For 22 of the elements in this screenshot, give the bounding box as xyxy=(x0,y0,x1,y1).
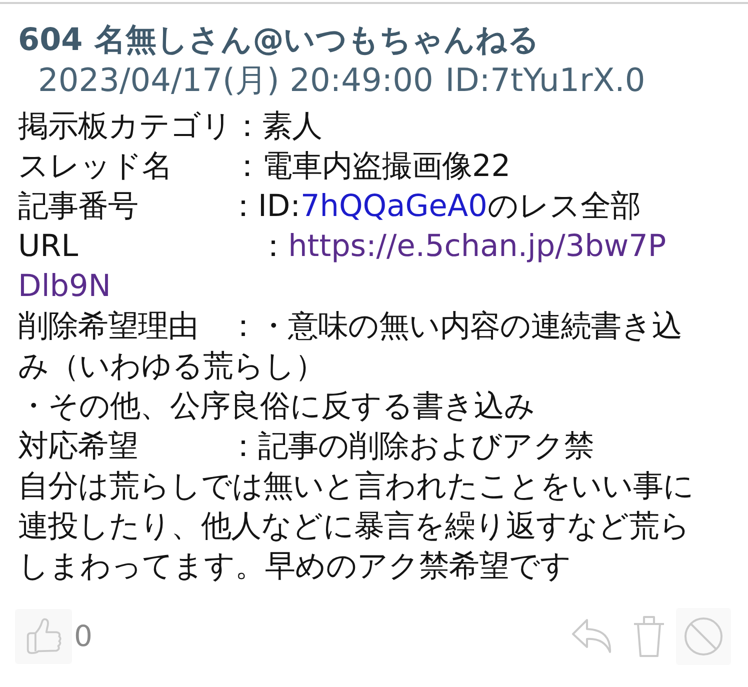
post-date: 2023/04/17(月) 20:49:00 xyxy=(38,61,434,99)
post-text: 削除希望理由 ：・意味の無い内容の連続書き込み（いわゆる荒らし） xyxy=(18,308,683,386)
link[interactable]: https://e.5chan.jp/3bw7P xyxy=(288,229,666,264)
like-count: 0 xyxy=(74,619,92,653)
post-text: スレッド名 ：電車内盗撮画像22 xyxy=(18,148,511,186)
reply-arrow-icon[interactable] xyxy=(571,618,612,654)
post-text: ・その他、公序良俗に反する書き込み xyxy=(18,388,535,426)
trash-icon[interactable] xyxy=(633,614,665,658)
block-button[interactable] xyxy=(676,608,731,664)
post-text: 対応希望 ：記事の削除およびアク禁 xyxy=(18,428,594,466)
post-number: 604 xyxy=(18,22,83,58)
like-button[interactable] xyxy=(15,608,72,664)
link[interactable]: 7hQQaGeA0 xyxy=(300,189,488,224)
post-text: URL ：https://e.5chan.jp/3bw7P xyxy=(18,228,666,266)
link[interactable]: Dlb9N xyxy=(18,269,111,304)
prohibit-icon xyxy=(684,616,723,656)
post-text: 記事番号 ：ID:7hQQaGeA0のレス全部 xyxy=(18,188,640,226)
author-name: 名無しさん@いつもちゃんねる xyxy=(94,22,540,58)
post-text: 掲示板カテゴリ：素人 xyxy=(18,108,322,146)
thumbs-up-icon xyxy=(24,616,62,656)
post-text: 自分は荒らしでは無いと言われたことをいい事に連投したり、他人などに暴言を繰り返すなど荒らしまわってます。早めのアク禁希望です xyxy=(18,468,695,586)
poster-id: ID:7tYu1rX.0 xyxy=(445,61,646,99)
